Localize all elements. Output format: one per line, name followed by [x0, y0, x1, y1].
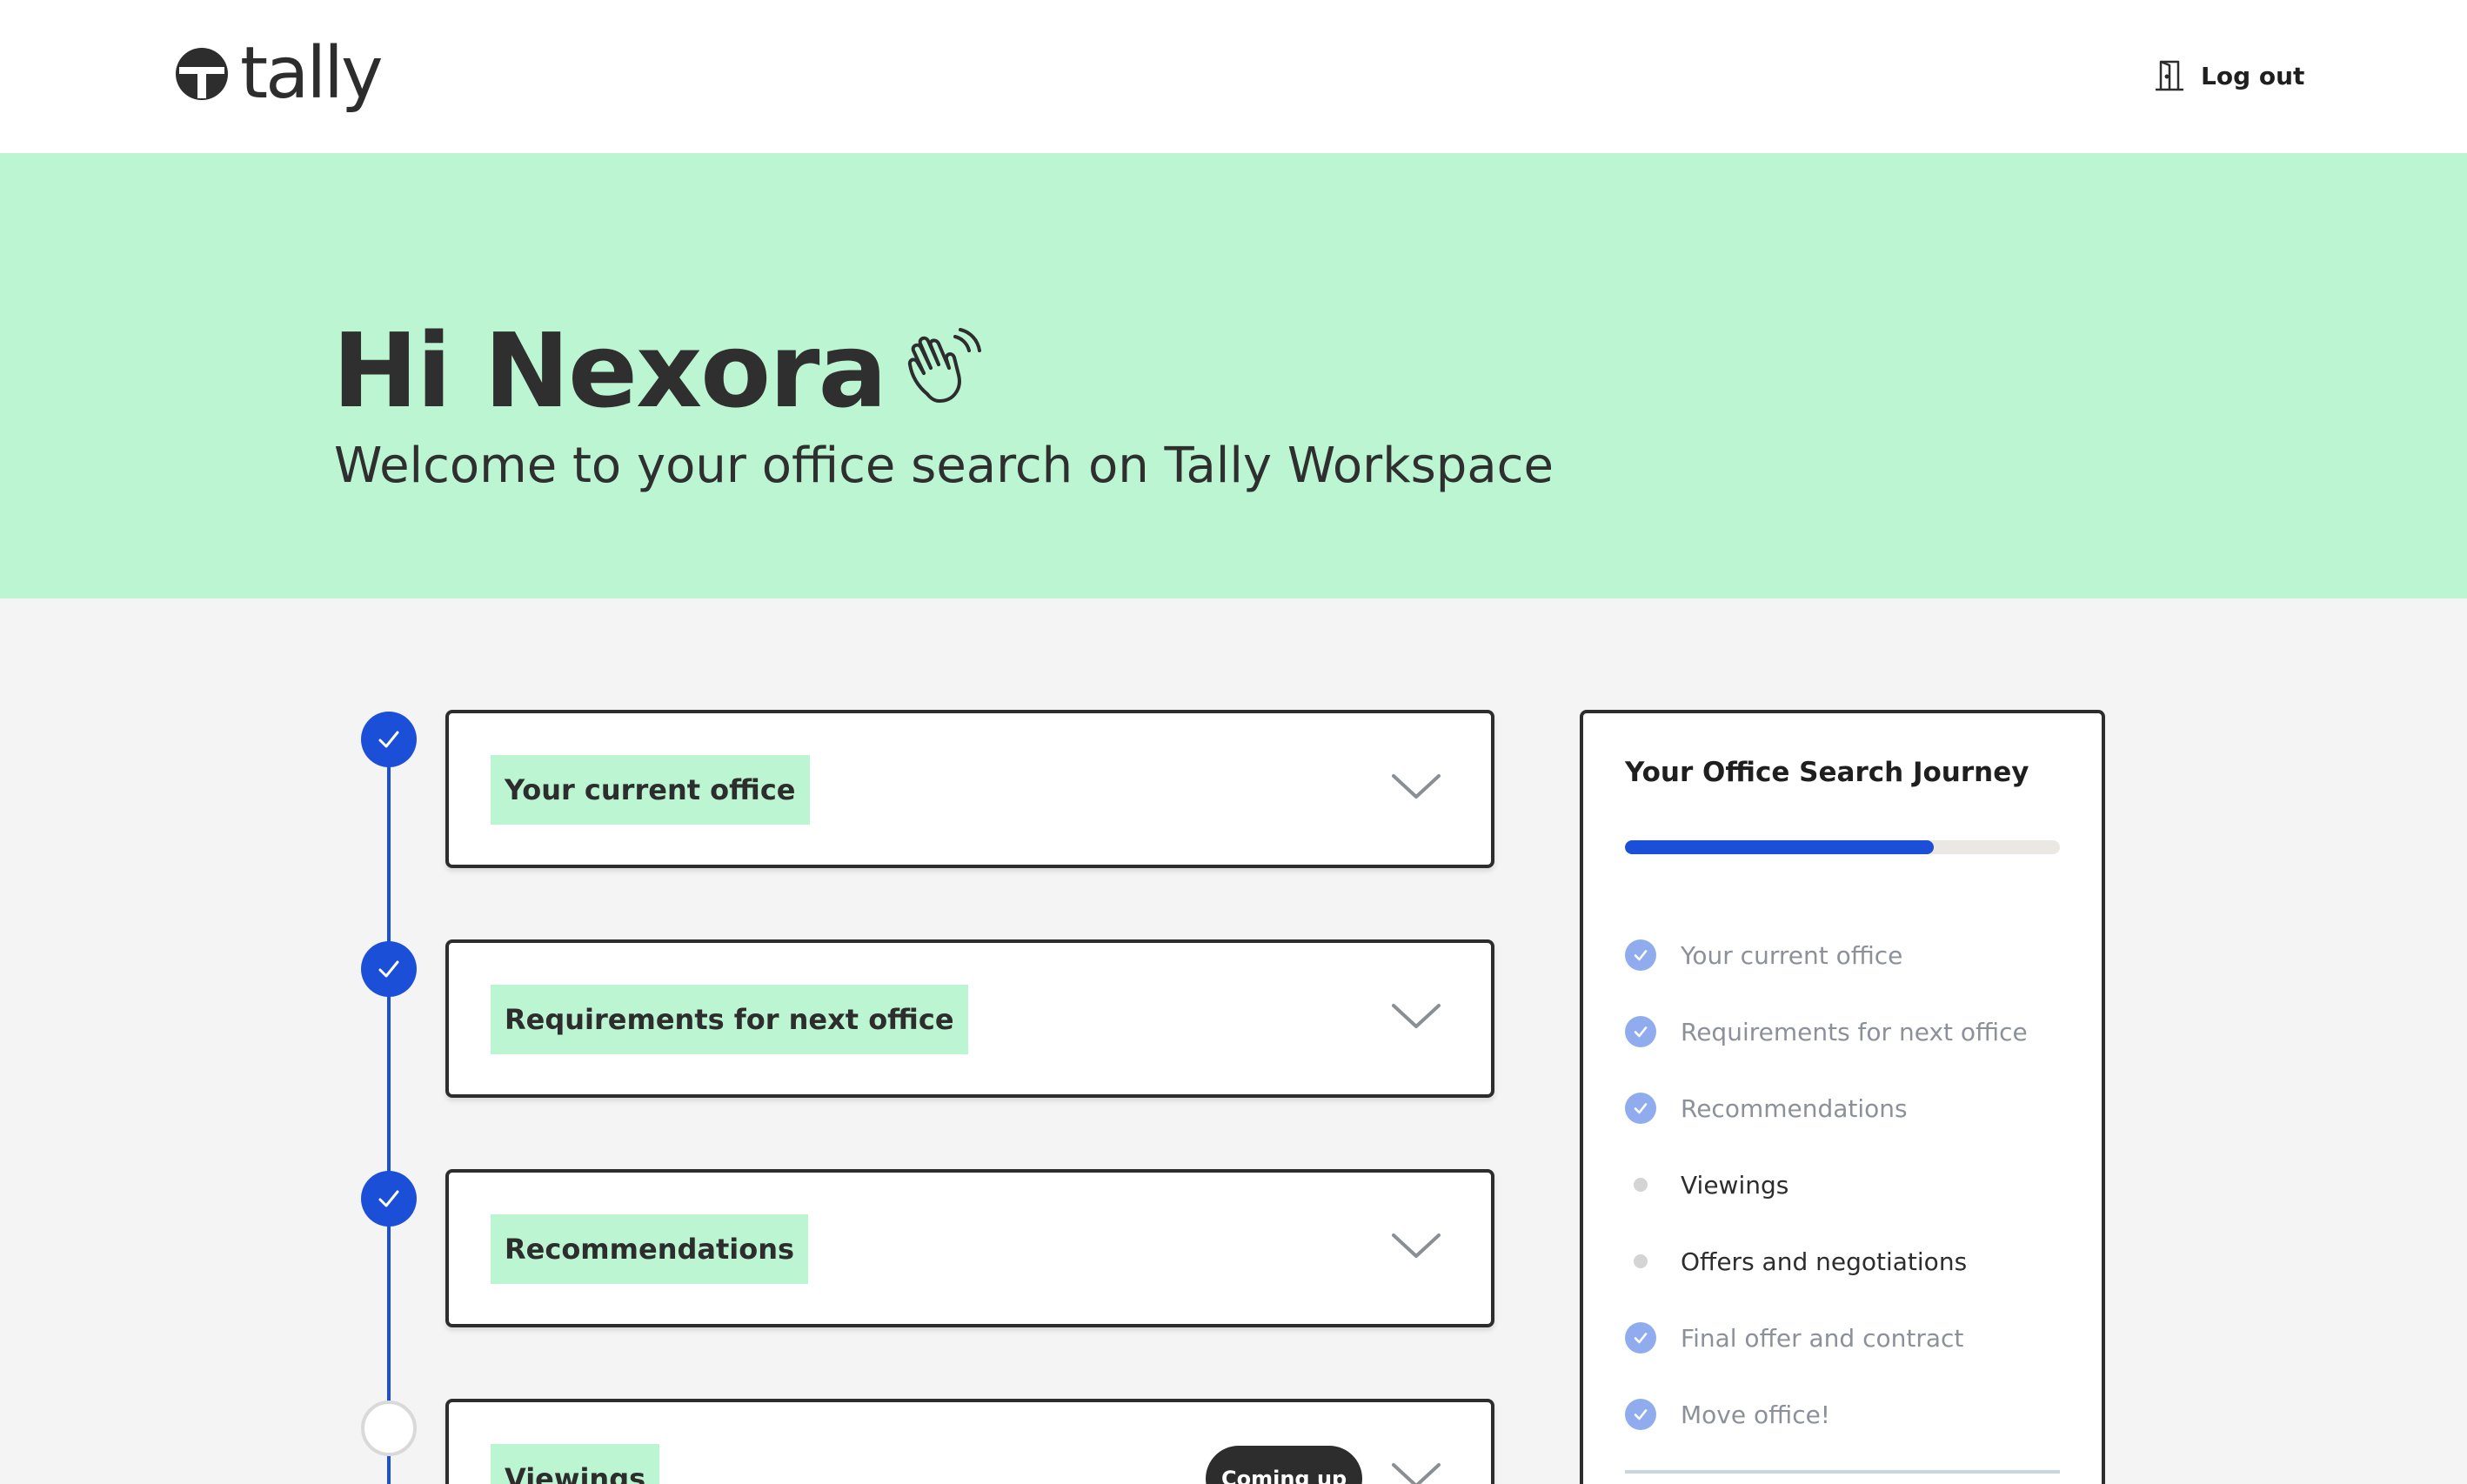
journey-item-requirements[interactable]: Requirements for next office	[1625, 1014, 2028, 1049]
chevron-down-icon[interactable]	[1390, 1458, 1442, 1484]
journey-divider	[1625, 1470, 2060, 1474]
journey-title: Your Office Search Journey	[1625, 757, 2029, 788]
greeting-heading: Hi Nexora	[332, 311, 887, 431]
journey-item-label: Final offer and contract	[1681, 1323, 1964, 1353]
journey-progress-fill	[1625, 840, 1934, 854]
welcome-subtitle: Welcome to your office search on Tally W…	[334, 438, 1554, 494]
logout-label: Log out	[2201, 61, 2305, 90]
pending-dot-icon	[1625, 1169, 1656, 1200]
journey-item-label: Recommendations	[1681, 1093, 1908, 1123]
journey-item-viewings[interactable]: Viewings	[1625, 1167, 1788, 1202]
journey-item-offers[interactable]: Offers and negotiations	[1625, 1244, 1967, 1279]
tally-logo[interactable]: tally	[174, 32, 383, 115]
journey-item-move-office[interactable]: Move office!	[1625, 1397, 1830, 1432]
door-icon	[2156, 60, 2183, 91]
greeting-row: Hi Nexora	[332, 310, 985, 431]
journey-progress-bar	[1625, 840, 2060, 854]
check-circle-icon	[1625, 1093, 1656, 1124]
step-card-label: Recommendations	[491, 1214, 809, 1284]
coming-up-badge: Coming up	[1206, 1446, 1363, 1484]
timeline-connector	[387, 765, 391, 1484]
check-circle-icon	[1625, 939, 1656, 971]
step-2-complete-icon	[361, 941, 417, 997]
chevron-down-icon[interactable]	[1390, 1228, 1442, 1263]
journey-item-label: Move office!	[1681, 1400, 1831, 1429]
step-card-label: Viewings	[491, 1444, 660, 1484]
brand-name: tally	[240, 32, 383, 115]
step-1-complete-icon	[361, 712, 417, 767]
journey-item-label: Viewings	[1681, 1170, 1789, 1200]
step-card-label: Requirements for next office	[491, 985, 968, 1054]
waving-hand-icon	[908, 328, 982, 403]
step-3-complete-icon	[361, 1171, 417, 1227]
chevron-down-icon[interactable]	[1390, 769, 1442, 804]
step-card-current-office[interactable]: Your current office	[445, 710, 1494, 868]
top-bar: tally Log out	[0, 0, 2467, 153]
step-card-viewings[interactable]: Viewings Coming up	[445, 1399, 1494, 1484]
journey-item-recommendations[interactable]: Recommendations	[1625, 1091, 1908, 1126]
check-circle-icon	[1625, 1322, 1656, 1354]
journey-item-current-office[interactable]: Your current office	[1625, 938, 1902, 973]
tally-logo-icon	[176, 48, 228, 100]
step-card-recommendations[interactable]: Recommendations	[445, 1169, 1494, 1327]
logout-button[interactable]: Log out	[2152, 54, 2304, 97]
journey-item-final-offer[interactable]: Final offer and contract	[1625, 1320, 1963, 1355]
journey-item-label: Requirements for next office	[1681, 1017, 2028, 1046]
check-circle-icon	[1625, 1399, 1656, 1430]
check-circle-icon	[1625, 1016, 1656, 1047]
pending-dot-icon	[1625, 1246, 1656, 1277]
step-card-label: Your current office	[491, 755, 810, 825]
office-search-journey-panel: Your Office Search Journey Your current …	[1580, 710, 2105, 1484]
step-4-pending-icon	[361, 1400, 417, 1456]
journey-item-label: Your current office	[1681, 940, 1903, 970]
chevron-down-icon[interactable]	[1390, 999, 1442, 1033]
step-card-requirements[interactable]: Requirements for next office	[445, 939, 1494, 1098]
welcome-hero: Hi Nexora Welcome to your office search …	[0, 153, 2467, 598]
journey-item-label: Offers and negotiations	[1681, 1247, 1968, 1276]
